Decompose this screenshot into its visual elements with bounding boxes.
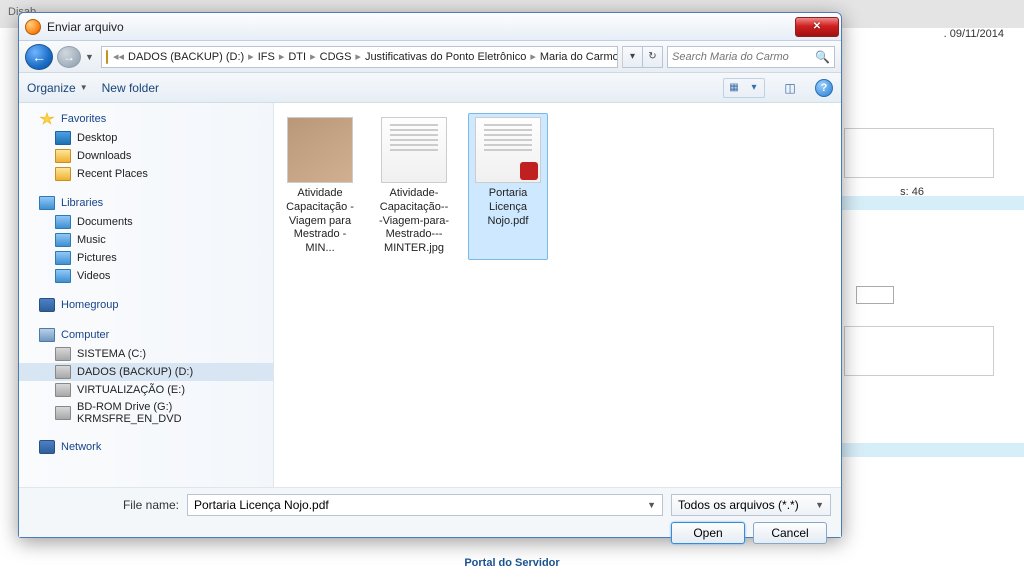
filter-value: Todos os arquivos (*.*): [678, 498, 799, 512]
filename-input[interactable]: Portaria Licença Nojo.pdf ▼: [187, 494, 663, 516]
file-thumbnail: [381, 117, 447, 183]
search-input[interactable]: [672, 51, 815, 63]
file-list[interactable]: Atividade Capacitação - Viagem para Mest…: [274, 103, 841, 487]
sidebar-item-drive-c[interactable]: SISTEMA (C:): [19, 345, 273, 363]
file-item[interactable]: Atividade-Capacitação---Viagem-para-Mest…: [374, 113, 454, 260]
breadcrumb-item[interactable]: DADOS (BACKUP) (D:): [127, 51, 245, 63]
open-button[interactable]: Open: [671, 522, 745, 544]
sidebar: Favorites Desktop Downloads Recent Place…: [19, 103, 274, 487]
view-mode-button[interactable]: ▦ ▾: [723, 78, 765, 98]
file-label: Portaria Licença Nojo.pdf: [472, 187, 544, 228]
drive-icon: [55, 347, 71, 361]
breadcrumb-item[interactable]: Justificativas do Ponto Eletrônico: [364, 51, 527, 63]
breadcrumb-item[interactable]: Maria do Carmo: [539, 51, 618, 63]
filename-value: Portaria Licença Nojo.pdf: [194, 498, 329, 512]
bg-textarea-1[interactable]: [844, 128, 994, 178]
organize-menu[interactable]: Organize ▼: [27, 81, 88, 95]
breadcrumb-bar[interactable]: ◂◂ DADOS (BACKUP) (D:) ▸ IFS ▸ DTI ▸ CDG…: [101, 46, 618, 68]
sidebar-libraries-header[interactable]: Libraries: [19, 193, 273, 213]
sidebar-item-drive-d[interactable]: DADOS (BACKUP) (D:): [19, 363, 273, 381]
breadcrumb-dropdown[interactable]: ▾: [623, 46, 643, 68]
libraries-icon: [39, 196, 55, 210]
nav-bar: ← → ▼ ◂◂ DADOS (BACKUP) (D:) ▸ IFS ▸ DTI…: [19, 41, 841, 73]
file-thumbnail: [475, 117, 541, 183]
sidebar-network-header[interactable]: Network: [19, 437, 273, 457]
star-icon: [39, 112, 55, 126]
firefox-icon: [25, 19, 41, 35]
file-label: Atividade Capacitação - Viagem para Mest…: [284, 187, 356, 256]
close-icon: ✕: [813, 21, 821, 32]
sidebar-item-downloads[interactable]: Downloads: [19, 147, 273, 165]
bg-textarea-2[interactable]: [844, 326, 994, 376]
file-thumbnail: [287, 117, 353, 183]
pictures-icon: [55, 251, 71, 265]
nav-back-button[interactable]: ←: [25, 44, 53, 70]
videos-icon: [55, 269, 71, 283]
view-icon: ▦: [724, 79, 744, 97]
bg-highlight-row: [834, 196, 1024, 210]
file-label: Atividade-Capacitação---Viagem-para-Mest…: [378, 187, 450, 256]
sidebar-item-pictures[interactable]: Pictures: [19, 249, 273, 267]
sidebar-item-music[interactable]: Music: [19, 231, 273, 249]
close-button[interactable]: ✕: [795, 17, 839, 37]
computer-icon: [39, 328, 55, 342]
titlebar[interactable]: Enviar arquivo ✕: [19, 13, 841, 41]
file-open-dialog: Enviar arquivo ✕ ← → ▼ ◂◂ DADOS (BACKUP)…: [18, 12, 842, 538]
bg-highlight-row-2: [834, 443, 1024, 457]
bg-portal-link[interactable]: Portal do Servidor: [464, 557, 559, 569]
bg-small-input[interactable]: [856, 286, 894, 304]
sidebar-item-drive-e[interactable]: VIRTUALIZAÇÃO (E:): [19, 381, 273, 399]
chevron-down-icon[interactable]: ▼: [647, 500, 656, 510]
sidebar-computer-header[interactable]: Computer: [19, 325, 273, 345]
file-filter-dropdown[interactable]: Todos os arquivos (*.*) ▼: [671, 494, 831, 516]
chevron-down-icon: ▾: [744, 79, 764, 97]
folder-icon: [106, 50, 108, 64]
recent-icon: [55, 167, 71, 181]
search-icon[interactable]: 🔍: [815, 50, 830, 64]
filename-label: File name:: [29, 498, 179, 512]
cancel-button[interactable]: Cancel: [753, 522, 827, 544]
breadcrumb-item[interactable]: DTI: [287, 51, 307, 63]
chevron-down-icon: ▼: [80, 83, 88, 92]
network-icon: [39, 440, 55, 454]
bdrom-icon: [55, 406, 71, 420]
drive-icon: [55, 383, 71, 397]
music-icon: [55, 233, 71, 247]
search-box[interactable]: 🔍: [667, 46, 835, 68]
sidebar-item-videos[interactable]: Videos: [19, 267, 273, 285]
breadcrumb-sep[interactable]: ◂◂: [110, 50, 127, 63]
documents-icon: [55, 215, 71, 229]
desktop-icon: [55, 131, 71, 145]
new-folder-button[interactable]: New folder: [102, 81, 159, 95]
sidebar-item-documents[interactable]: Documents: [19, 213, 273, 231]
nav-forward-button[interactable]: →: [57, 46, 81, 68]
file-item-selected[interactable]: Portaria Licença Nojo.pdf: [468, 113, 548, 260]
bg-date: . 09/11/2014: [944, 28, 1004, 40]
homegroup-icon: [39, 298, 55, 312]
file-item[interactable]: Atividade Capacitação - Viagem para Mest…: [280, 113, 360, 260]
sidebar-item-drive-g[interactable]: BD-ROM Drive (G:) KRMSFRE_EN_DVD: [19, 399, 273, 427]
folder-icon: [55, 149, 71, 163]
sidebar-item-desktop[interactable]: Desktop: [19, 129, 273, 147]
breadcrumb-item[interactable]: CDGS: [319, 51, 353, 63]
refresh-button[interactable]: ↻: [643, 46, 663, 68]
preview-pane-button[interactable]: ◫: [779, 78, 801, 98]
sidebar-item-recent[interactable]: Recent Places: [19, 165, 273, 183]
sidebar-favorites-header[interactable]: Favorites: [19, 109, 273, 129]
help-button[interactable]: ?: [815, 79, 833, 97]
toolbar: Organize ▼ New folder ▦ ▾ ◫ ?: [19, 73, 841, 103]
drive-icon: [55, 365, 71, 379]
breadcrumb-item[interactable]: IFS: [257, 51, 276, 63]
sidebar-homegroup-header[interactable]: Homegroup: [19, 295, 273, 315]
chevron-down-icon: ▼: [815, 500, 824, 510]
nav-history-dropdown[interactable]: ▼: [85, 52, 97, 62]
dialog-title: Enviar arquivo: [47, 20, 791, 34]
dialog-footer: File name: Portaria Licença Nojo.pdf ▼ T…: [19, 487, 841, 537]
